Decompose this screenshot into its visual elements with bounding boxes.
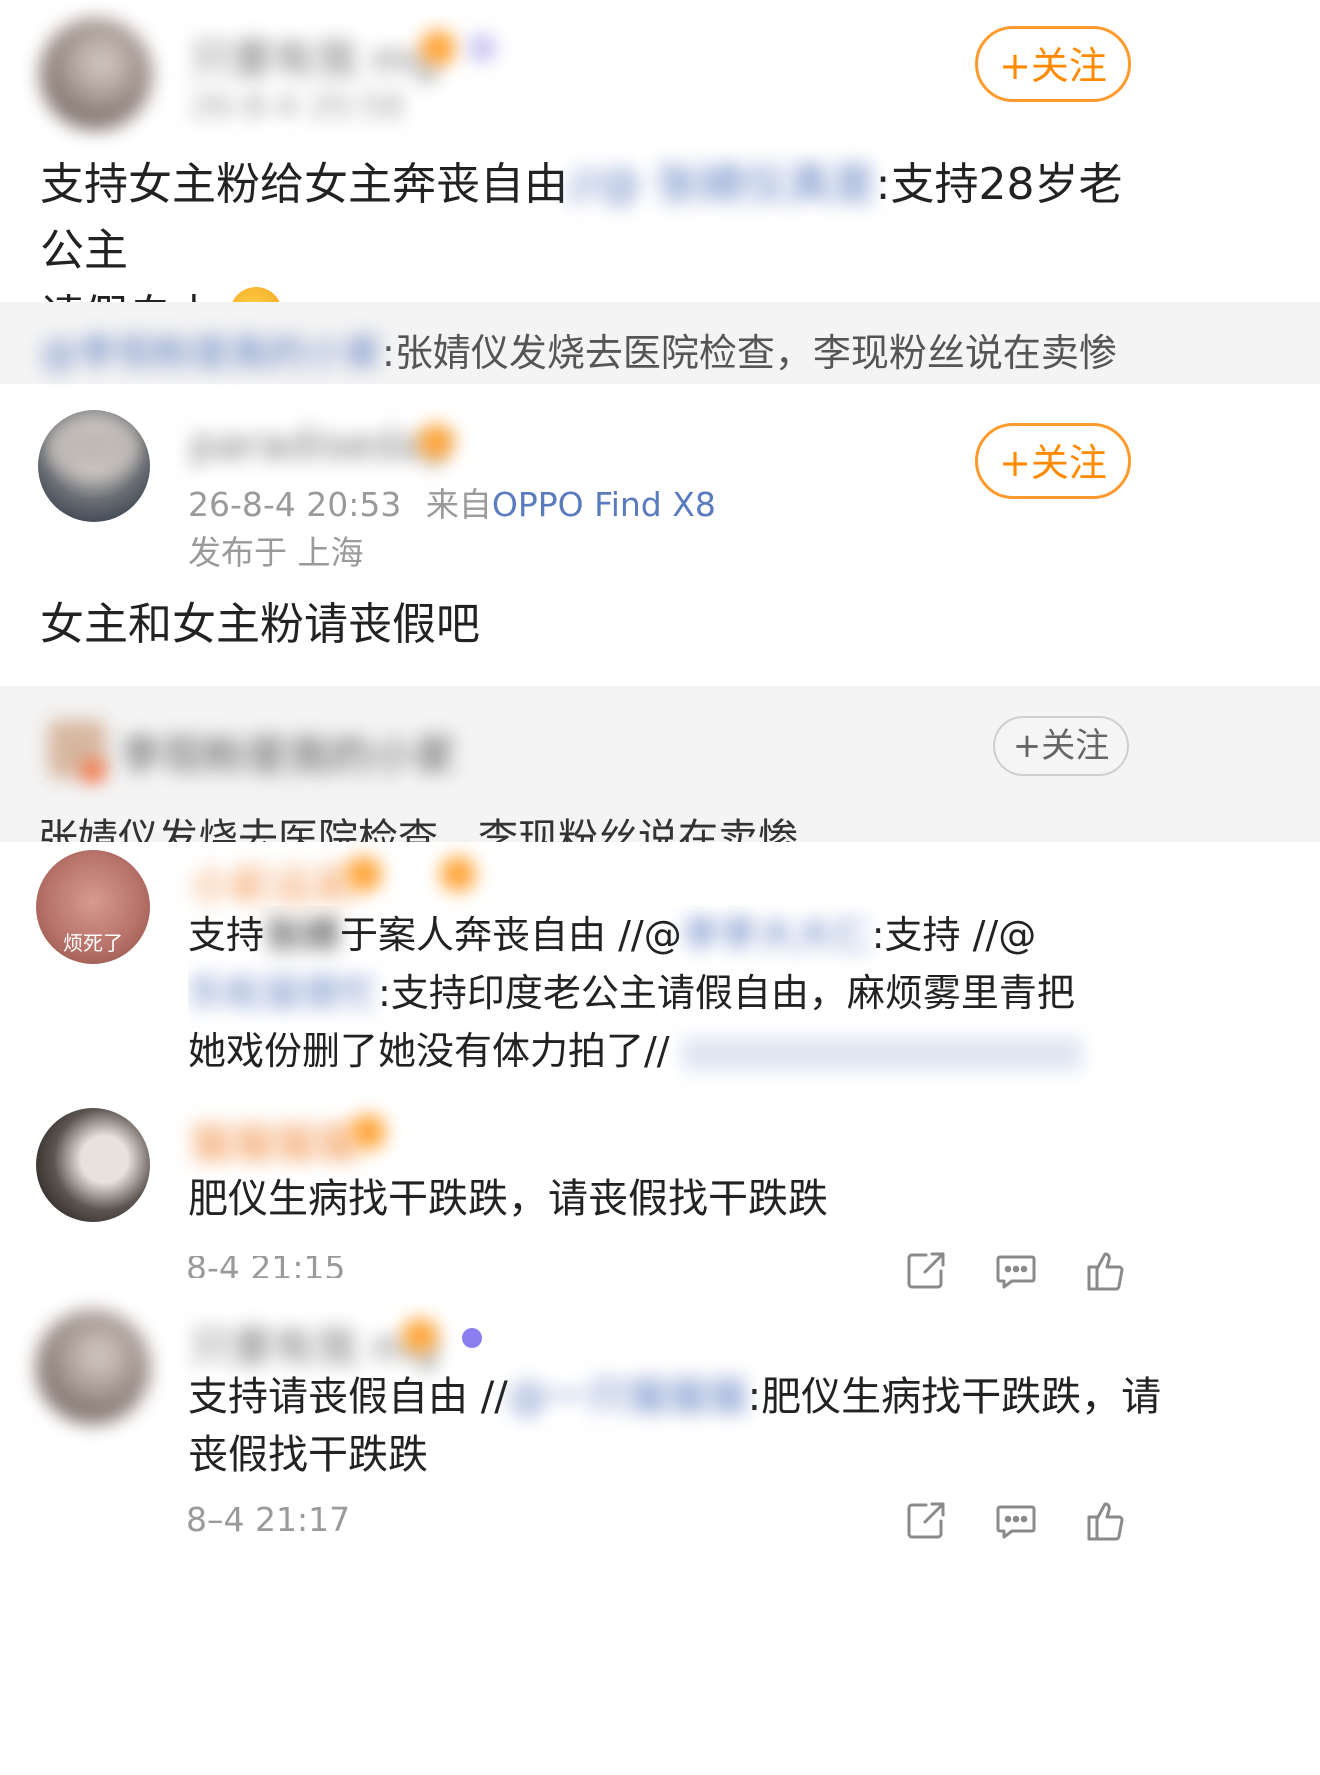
comment-text-part: :肥仪生病找干跌跌，请 — [747, 1374, 1162, 1420]
comment-time: 8-4 21:15 — [186, 1256, 346, 1278]
post-text-part: 支持女主粉给女主奔丧自由 — [40, 159, 568, 210]
mention-link[interactable]: 乐松鼠很忙 — [188, 971, 378, 1015]
comment-text: 支持张婧于案人奔丧自由 //@李李大大仁:支持 //@ 乐松鼠很忙:支持印度老公… — [188, 906, 1188, 1096]
username-text: paradiseday — [190, 420, 449, 469]
follow-button[interactable]: +关注 — [975, 26, 1131, 102]
vip-badge-icon — [418, 424, 454, 460]
blurred-mention — [681, 1036, 1082, 1071]
quoted-post-text: @李现粉是我的小家:张婧仪发烧去医院检查，李现粉丝说在卖惨 — [40, 322, 1117, 377]
post-text: 女主和女主粉请丧假吧 — [40, 599, 480, 650]
username[interactable]: 猫猫猫猫 — [190, 1110, 358, 1171]
comment-text-part: :支持印度老公主请假自由，麻烦雾里青把 — [378, 971, 1075, 1015]
comment-text-part: 丧假找干跌跌 — [188, 1432, 428, 1478]
mention-link[interactable]: @李现粉是我的小家 — [40, 331, 382, 375]
share-icon — [907, 1252, 945, 1289]
follow-button[interactable]: +关注 — [975, 423, 1131, 499]
comment-text: 肥仪生病找干跌跌，请丧假找干跌跌 — [188, 1176, 828, 1222]
vip-badge-icon — [82, 760, 104, 782]
level-badge-icon — [440, 856, 476, 892]
comment-button[interactable] — [994, 1249, 1038, 1293]
quoted-text: 张婧仪发烧去医院检查，李现粉丝说在卖惨 — [38, 816, 798, 842]
username-text: 只要有我 mg — [190, 35, 439, 84]
vip-badge-icon — [350, 1114, 386, 1150]
mention-link[interactable]: 李李大大仁 — [682, 913, 872, 957]
source-prefix: 来自 — [425, 485, 492, 524]
share-button[interactable] — [904, 1249, 948, 1293]
share-icon — [907, 1502, 945, 1539]
vip-badge-icon — [420, 30, 456, 66]
comment-text-part: :支持 //@ — [871, 913, 1037, 957]
avatar[interactable]: 烦死了 — [36, 850, 150, 964]
vip-badge-icon — [402, 1318, 438, 1354]
comment-icon — [996, 1255, 1036, 1289]
comment-time-clip: 8-4 21:15 — [186, 1256, 386, 1278]
comment-text: 支持请丧假自由 //@一只猫猫猫:肥仪生病找干跌跌，请 丧假找干跌跌 — [188, 1368, 1188, 1484]
share-button[interactable] — [904, 1499, 948, 1543]
avatar[interactable] — [36, 1310, 150, 1424]
username[interactable]: paradiseday — [190, 420, 449, 469]
like-icon — [1087, 1252, 1124, 1291]
username[interactable]: 只要有我 mg — [190, 1314, 439, 1375]
post-location: 发布于 上海 — [188, 533, 364, 572]
comment-text-part: 支持 — [188, 913, 265, 957]
comment-text-part: 支持请丧假自由 // — [188, 1374, 508, 1420]
quoted-card-text-clip: 张婧仪发烧去医院检查，李现粉丝说在卖惨 — [38, 806, 938, 842]
avatar[interactable] — [40, 18, 152, 130]
level-badge-icon — [462, 1328, 482, 1348]
level-badge-icon — [468, 34, 496, 62]
username-text: 只要有我 mg — [190, 1323, 439, 1372]
mention-link[interactable]: @一只猫猫猫 — [508, 1374, 748, 1420]
mention-link[interactable]: //@ 张婧仪真是 — [568, 159, 876, 210]
avatar[interactable] — [38, 410, 150, 522]
post-time: 26-8-4 20:58 — [190, 86, 404, 125]
comment-button[interactable] — [994, 1499, 1038, 1543]
comment-text-part: 于案人奔丧自由 //@ — [340, 913, 682, 957]
username[interactable]: 李现粉是我的小家 — [120, 722, 456, 783]
username-text: 李现粉是我的小家 — [120, 731, 457, 780]
username[interactable]: 只要有我 mg — [190, 26, 439, 87]
like-button[interactable] — [1084, 1249, 1128, 1293]
avatar-caption: 烦死了 — [63, 931, 123, 955]
comment-text-part: 张婧 — [264, 913, 341, 957]
avatar[interactable] — [36, 1108, 150, 1222]
comment-time: 8–4 21:17 — [186, 1500, 351, 1539]
device-source-link[interactable]: OPPO Find X8 — [492, 485, 716, 524]
username-text: 猫猫猫猫 — [190, 1119, 359, 1168]
like-button[interactable] — [1084, 1499, 1128, 1543]
vip-badge-icon — [346, 856, 382, 892]
post-time: 26-8-4 20:53 — [188, 485, 402, 524]
follow-button[interactable]: +关注 — [993, 716, 1129, 776]
comment-icon — [996, 1505, 1036, 1539]
like-icon — [1087, 1502, 1124, 1541]
quoted-text: :张婧仪发烧去医院检查，李现粉丝说在卖惨 — [382, 331, 1117, 375]
post-meta: 26-8-4 20:53 来自OPPO Find X8 — [188, 478, 716, 526]
username-text: 小彩云彩 — [190, 861, 359, 910]
comment-text-part: 她戏份删了她没有体力拍了// — [188, 1029, 670, 1073]
username[interactable]: 小彩云彩 — [190, 852, 358, 913]
